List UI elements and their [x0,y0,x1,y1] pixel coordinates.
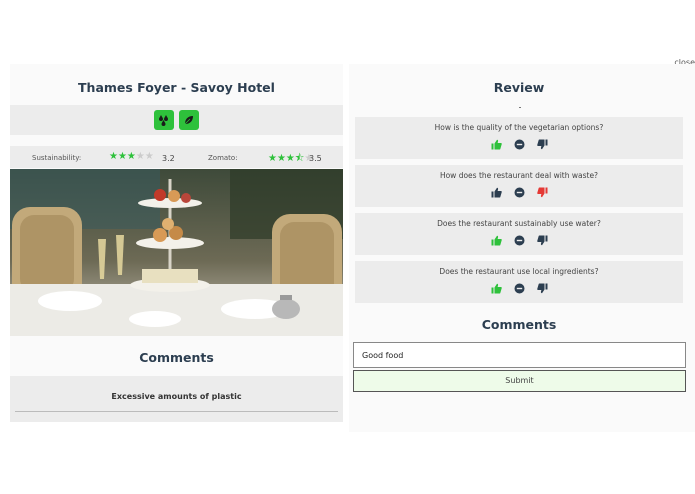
thumbs-up-icon[interactable] [491,235,502,246]
review-vote-group [355,235,683,246]
review-question-text: How does the restaurant deal with waste? [439,171,599,180]
zomato-stars: ★★★⯪★ [268,153,314,164]
water-drops-icon[interactable] [154,110,174,130]
badge-bar [10,105,343,135]
review-vote-group [355,139,683,150]
restaurant-name: Thames Foyer - Savoy Hotel [78,80,275,95]
submit-button[interactable]: Submit [353,370,686,392]
review-question-card: How is the quality of the vegetarian opt… [355,117,683,159]
comment-card: Excessive amounts of plastic [10,376,343,422]
thumbs-up-icon[interactable] [491,187,502,198]
neutral-icon[interactable] [514,235,525,246]
review-panel: Review How is the quality of the vegetar… [349,64,695,432]
review-question-text: Does the restaurant sustainably use wate… [437,219,601,228]
sustainability-label: Sustainability: [32,154,82,162]
review-vote-group [355,283,683,294]
thumbs-up-icon[interactable] [491,139,502,150]
review-vote-group [355,187,683,198]
divider-dot [519,107,521,108]
comments-heading: Comments [139,350,214,365]
review-comments-heading: Comments [481,317,557,332]
thumbs-up-icon[interactable] [491,283,502,294]
restaurant-photo [10,169,343,336]
thumbs-down-icon[interactable] [536,283,548,294]
zomato-label: Zomato: [208,154,238,162]
thumbs-down-icon[interactable] [536,187,548,198]
ratings-bar: Sustainability: ★★★★★ 3.2 Zomato: ★★★⯪★ … [10,146,343,168]
zomato-score: 3.5 [309,154,322,163]
thumbs-down-icon[interactable] [536,139,548,150]
sustainability-stars: ★★★★★ [109,151,154,162]
neutral-icon[interactable] [514,283,525,294]
review-question-text: How is the quality of the vegetarian opt… [434,123,604,132]
neutral-icon[interactable] [514,139,525,150]
leaf-icon[interactable] [179,110,199,130]
thumbs-down-icon[interactable] [536,235,548,246]
review-heading: Review [493,80,545,95]
review-question-card: How does the restaurant deal with waste? [355,165,683,207]
restaurant-panel: Thames Foyer - Savoy Hotel Sustainabilit… [10,64,343,422]
neutral-icon[interactable] [514,187,525,198]
review-question-text: Does the restaurant use local ingredient… [439,267,599,276]
comment-text: Excessive amounts of plastic [111,392,242,401]
review-question-card: Does the restaurant sustainably use wate… [355,213,683,255]
comment-input[interactable] [353,342,686,368]
sustainability-score: 3.2 [162,154,175,163]
review-question-card: Does the restaurant use local ingredient… [355,261,683,303]
comment-divider [15,411,338,412]
